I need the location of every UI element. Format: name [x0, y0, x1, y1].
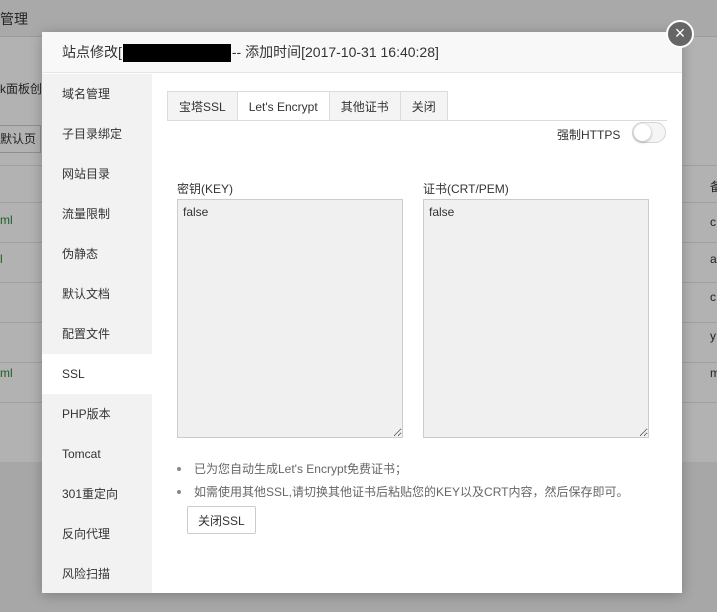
sidebar-item-subdirectory[interactable]: 子目录绑定: [42, 114, 152, 154]
tab-divider: [167, 120, 667, 121]
sidebar-item-config-file[interactable]: 配置文件: [42, 314, 152, 354]
settings-sidebar: 域名管理 子目录绑定 网站目录 流量限制 伪静态 默认文档 配置文件 SSL P…: [42, 74, 152, 593]
sidebar-item-ssl[interactable]: SSL: [42, 354, 152, 394]
ssl-panel: 宝塔SSL Let's Encrypt 其他证书 关闭 强制HTTPS 密钥(K…: [152, 74, 682, 593]
ssl-tabs: 宝塔SSL Let's Encrypt 其他证书 关闭: [167, 91, 448, 121]
toggle-knob: [634, 124, 651, 141]
tab-baota-ssl[interactable]: 宝塔SSL: [167, 91, 237, 121]
cert-label: 证书(CRT/PEM): [423, 182, 509, 196]
tip-item: 已为您自动生成Let's Encrypt免费证书；: [177, 459, 628, 482]
redacted-site-name: [122, 44, 231, 63]
dialog-title-suffix: -- 添加时间[2017-10-31 16:40:28]: [231, 44, 439, 60]
sidebar-item-php-version[interactable]: PHP版本: [42, 394, 152, 434]
force-https-label: 强制HTTPS: [557, 128, 621, 142]
key-textarea[interactable]: false: [177, 199, 403, 438]
sidebar-item-redirect-301[interactable]: 301重定向: [42, 474, 152, 514]
close-dialog-button[interactable]: ×: [666, 20, 694, 48]
site-edit-dialog: 站点修改[ -- 添加时间[2017-10-31 16:40:28] 域名管理 子…: [42, 32, 682, 593]
sidebar-item-site-directory[interactable]: 网站目录: [42, 154, 152, 194]
dialog-title-prefix: 站点修改[: [62, 44, 122, 60]
tab-other-cert[interactable]: 其他证书: [328, 91, 400, 121]
force-https-toggle[interactable]: [632, 122, 666, 143]
key-label: 密钥(KEY): [177, 182, 234, 196]
sidebar-item-reverse-proxy[interactable]: 反向代理: [42, 514, 152, 554]
sidebar-item-traffic-limit[interactable]: 流量限制: [42, 194, 152, 234]
tab-close[interactable]: 关闭: [399, 91, 448, 121]
sidebar-item-risk-scan[interactable]: 风险扫描: [42, 554, 152, 594]
sidebar-item-tomcat[interactable]: Tomcat: [42, 434, 152, 474]
cert-textarea[interactable]: false: [423, 199, 649, 438]
tab-lets-encrypt[interactable]: Let's Encrypt: [236, 91, 329, 121]
dialog-title: 站点修改[ -- 添加时间[2017-10-31 16:40:28]: [42, 32, 682, 73]
close-ssl-button[interactable]: 关闭SSL: [187, 506, 256, 534]
sidebar-item-default-doc[interactable]: 默认文档: [42, 274, 152, 314]
sidebar-item-domain[interactable]: 域名管理: [42, 74, 152, 114]
tip-item: 如需使用其他SSL,请切换其他证书后粘贴您的KEY以及CRT内容，然后保存即可。: [177, 482, 628, 505]
ssl-tips: 已为您自动生成Let's Encrypt免费证书； 如需使用其他SSL,请切换其…: [177, 459, 628, 505]
sidebar-item-rewrite[interactable]: 伪静态: [42, 234, 152, 274]
close-icon: ×: [674, 23, 686, 43]
